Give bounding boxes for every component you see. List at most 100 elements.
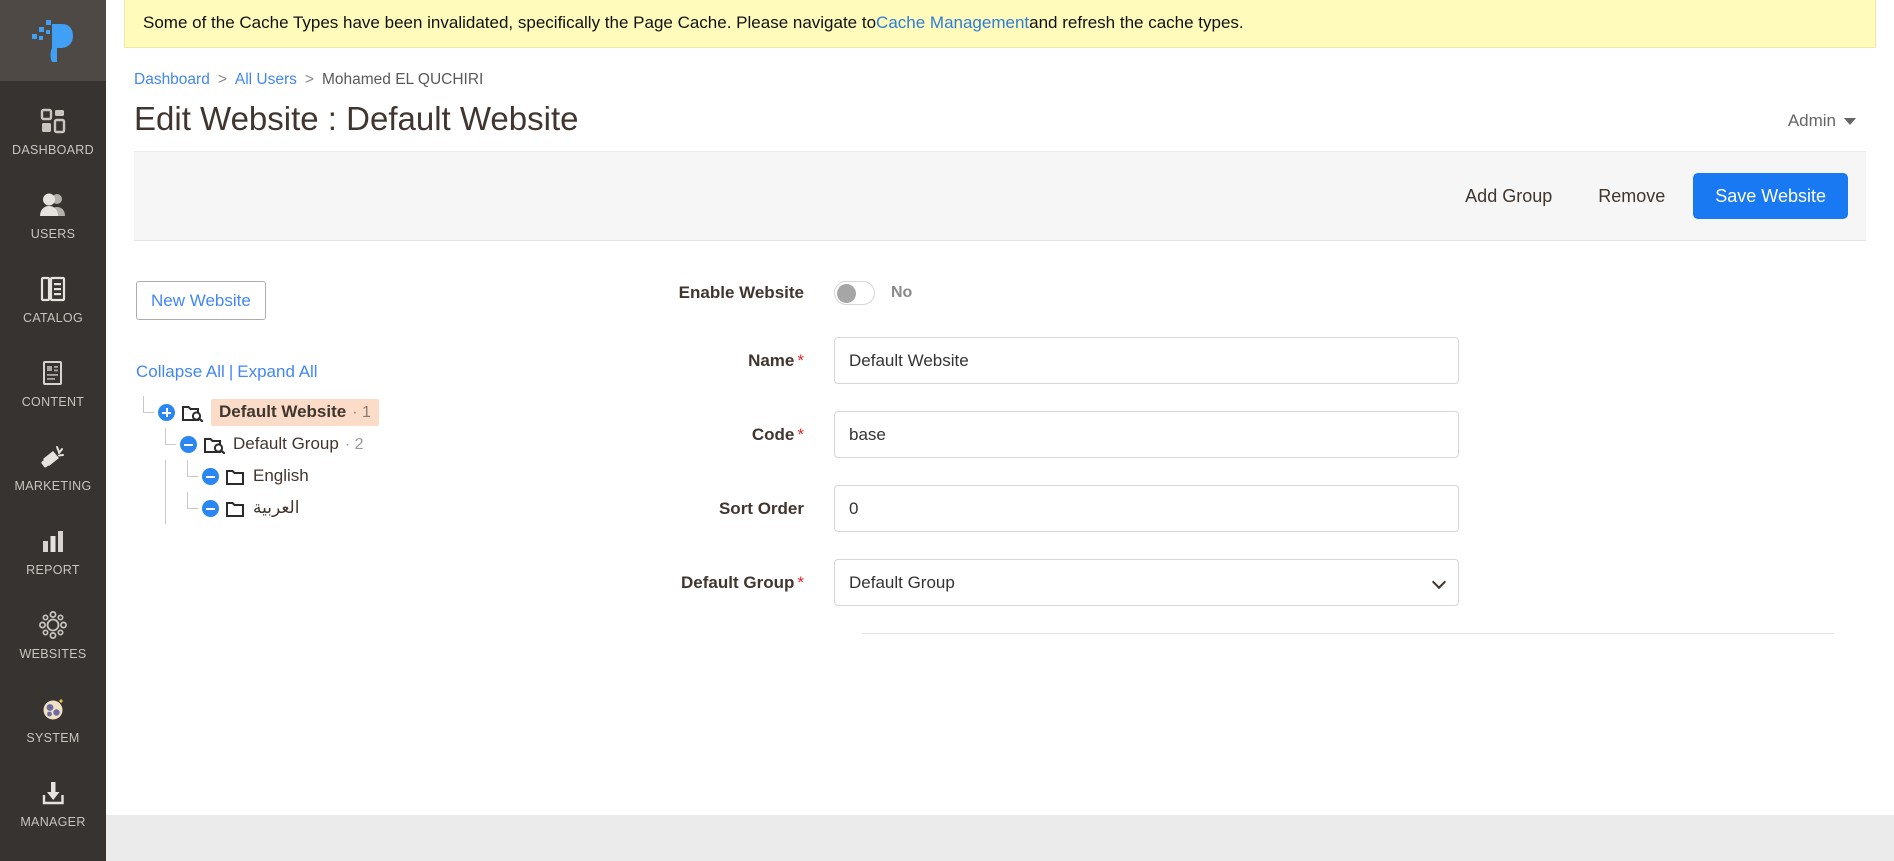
form-row-name: Name * <box>634 337 1834 385</box>
breadcrumb: Dashboard > All Users > Mohamed EL QUCHIRI <box>134 72 1866 88</box>
sidebar-item-dashboard[interactable]: DASHBOARD <box>0 87 106 171</box>
required-asterisk: * <box>797 424 804 444</box>
logo-container[interactable] <box>0 0 106 81</box>
tree-node-label: العربية <box>253 498 300 518</box>
remove-button[interactable]: Remove <box>1580 176 1683 216</box>
sidebar-item-label: REPORT <box>26 562 80 577</box>
cache-invalidated-notice: Some of the Cache Types have been invali… <box>124 0 1876 48</box>
sidebar-item-label: SYSTEM <box>26 730 80 745</box>
marketing-megaphone-icon <box>39 440 67 474</box>
tree-guide <box>180 492 202 524</box>
enable-website-label: Enable Website <box>678 283 804 303</box>
title-row: Edit Website : Default Website Admin <box>134 100 1866 152</box>
tree-guide <box>158 460 180 493</box>
notice-text-before: Some of the Cache Types have been invali… <box>143 12 877 32</box>
website-tree-panel: New Website Collapse All | Expand All De… <box>134 281 634 634</box>
system-gears-icon <box>39 692 67 726</box>
code-label: Code * <box>751 424 804 444</box>
sort-order-label: Sort Order <box>718 498 804 518</box>
tree-guide <box>136 460 158 492</box>
tree-actions: Collapse All | Expand All <box>136 362 634 382</box>
sidebar-item-marketing[interactable]: MARKETING <box>0 423 106 507</box>
breadcrumb-separator: > <box>217 71 227 88</box>
tree-node-english[interactable]: English <box>136 460 634 493</box>
sidebar-item-content[interactable]: CONTENT <box>0 339 106 423</box>
sidebar-item-users[interactable]: USERS <box>0 171 106 255</box>
enable-website-value: No <box>891 284 913 302</box>
add-group-button[interactable]: Add Group <box>1447 176 1570 216</box>
sidebar-item-websites[interactable]: WEBSITES <box>0 591 106 675</box>
sidebar-item-label: CONTENT <box>21 394 85 409</box>
enable-website-toggle[interactable] <box>834 281 875 306</box>
tree-guide <box>136 492 158 524</box>
required-asterisk: * <box>797 572 804 592</box>
form-row-code: Code * <box>634 411 1834 459</box>
sidebar-item-label: MANAGER <box>20 814 86 829</box>
form-row-enable-website: Enable Website No <box>634 281 1834 306</box>
website-form-panel: Enable Website No Name * Default Website… <box>634 281 1866 635</box>
name-label: Name * <box>748 350 804 370</box>
sidebar-nav-list: DASHBOARD USERS CATALOG CONTENT MARKETIN… <box>0 81 106 843</box>
sort-order-input[interactable] <box>834 485 1459 533</box>
save-website-button[interactable]: Save Website <box>1693 173 1848 220</box>
sidebar-item-system[interactable]: SYSTEM <box>0 675 106 759</box>
catalog-book-icon <box>40 272 66 306</box>
form-row-default-group: Default Group * Default Group <box>634 559 1834 607</box>
new-website-button[interactable]: New Website <box>136 281 266 321</box>
name-input[interactable] <box>834 337 1459 385</box>
page-title: Edit Website : Default Website <box>134 99 579 137</box>
dashboard-grid-icon <box>39 104 67 138</box>
sidebar-item-label: MARKETING <box>14 478 92 493</box>
sidebar-item-manager[interactable]: MANAGER <box>0 759 106 843</box>
page-header: Dashboard > All Users > Mohamed EL QUCHIRI E… <box>106 48 1894 151</box>
tree-collapse-toggle-icon[interactable] <box>202 499 219 517</box>
tree-guide <box>158 428 180 460</box>
main-sidebar: DASHBOARD USERS CATALOG CONTENT MARKETIN… <box>0 0 106 861</box>
website-tree: Default Website · 1 Default Group · 2 En… <box>136 396 634 525</box>
magento-p-logo <box>32 19 73 62</box>
form-row-sort-order: Sort Order <box>634 485 1834 533</box>
tree-node-label: English <box>253 466 309 486</box>
cache-management-link[interactable]: Cache Management <box>876 12 1029 34</box>
chevron-down-icon <box>1844 117 1856 125</box>
content-page-icon <box>40 356 66 390</box>
breadcrumb-current: Mohamed EL QUCHIRI <box>321 71 484 88</box>
admin-account-menu[interactable]: Admin <box>1788 111 1856 137</box>
tree-node-arabic[interactable]: العربية <box>136 492 634 525</box>
tree-guide <box>158 492 180 525</box>
manager-download-icon <box>39 776 67 810</box>
expand-all-link[interactable]: Expand All <box>237 362 317 381</box>
tree-guide <box>136 428 158 460</box>
store-folder-icon <box>226 467 246 486</box>
admin-menu-label: Admin <box>1787 111 1836 131</box>
tree-node-label: Default Group · 2 <box>233 434 364 454</box>
sidebar-item-catalog[interactable]: CATALOG <box>0 255 106 339</box>
collapse-all-link[interactable]: Collapse All <box>136 362 225 381</box>
page-actions-toolbar: Add Group Remove Save Website <box>134 151 1866 242</box>
page-footer-strip <box>106 815 1894 861</box>
tree-expand-toggle-icon[interactable] <box>158 403 175 421</box>
code-input[interactable] <box>834 411 1459 459</box>
main-content: Some of the Cache Types have been invali… <box>106 0 1894 861</box>
sidebar-item-report[interactable]: REPORT <box>0 507 106 591</box>
sidebar-item-label: USERS <box>30 226 76 241</box>
toggle-knob <box>837 283 856 303</box>
tree-guide <box>180 460 202 492</box>
tree-node-label: Default Website · 1 <box>211 398 379 426</box>
report-bars-icon <box>40 524 66 558</box>
breadcrumb-all-users[interactable]: All Users <box>235 71 297 88</box>
breadcrumb-separator: > <box>304 71 314 88</box>
sidebar-item-label: CATALOG <box>23 310 83 325</box>
breadcrumb-dashboard[interactable]: Dashboard <box>134 71 210 88</box>
tree-actions-separator: | <box>228 362 234 382</box>
form-divider <box>862 633 1834 635</box>
sidebar-item-label: DASHBOARD <box>12 142 94 157</box>
tree-collapse-toggle-icon[interactable] <box>202 467 219 485</box>
tree-guide <box>136 396 158 428</box>
default-group-select[interactable]: Default Group <box>834 559 1459 607</box>
tree-node-default-website[interactable]: Default Website · 1 <box>136 396 634 428</box>
users-icon <box>38 188 68 222</box>
tree-node-default-group[interactable]: Default Group · 2 <box>136 428 634 460</box>
tree-collapse-toggle-icon[interactable] <box>180 435 197 453</box>
group-search-folder-icon <box>204 435 226 454</box>
